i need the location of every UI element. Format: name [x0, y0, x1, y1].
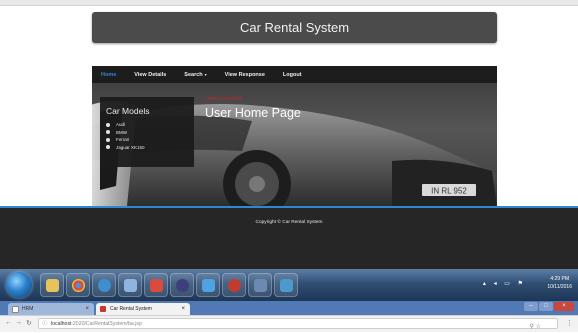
- maximize-icon[interactable]: □: [539, 302, 553, 311]
- eclipse-taskbar-icon[interactable]: [170, 273, 194, 297]
- stop-taskbar-icon[interactable]: [222, 273, 246, 297]
- tool-taskbar-icon[interactable]: [248, 273, 272, 297]
- car-model-label: Jaguar XK150: [116, 144, 145, 150]
- nav-view-response[interactable]: View Response: [216, 72, 274, 78]
- car-models-panel: Car Models Audi BMW Ferrari Jaguar XK150: [100, 97, 194, 167]
- close-tab-icon[interactable]: ×: [85, 303, 89, 315]
- copyright-text: Copyright © Car Rental System: [255, 220, 323, 225]
- login-status-message: Login successful: [205, 96, 242, 102]
- nav-home[interactable]: Home: [92, 72, 125, 78]
- clock-time: 4:29 PM: [550, 276, 569, 282]
- bullet-icon: [106, 130, 110, 135]
- back-arrow-icon[interactable]: ←: [5, 319, 12, 326]
- start-button[interactable]: [6, 272, 32, 298]
- site-footer: Copyright © Car Rental System: [0, 206, 578, 271]
- car-models-title: Car Models: [106, 106, 150, 116]
- car-model-item[interactable]: BMW: [106, 129, 145, 137]
- browser-tab-title: HRM: [22, 306, 34, 312]
- window-controls: – □ ×: [523, 302, 574, 312]
- info-icon[interactable]: ⓘ: [42, 319, 48, 330]
- browser-top-strip: [0, 0, 578, 6]
- nav-logout[interactable]: Logout: [274, 72, 311, 78]
- paint-taskbar-icon[interactable]: [144, 273, 168, 297]
- car-model-label: BMW: [116, 129, 127, 135]
- address-path: :2020/CarRentalSystem/ba.jsp: [71, 321, 142, 327]
- site-title: Car Rental System: [239, 20, 350, 35]
- browser-toolbar: ← → ↻ ⓘ localhost:2020/CarRentalSystem/b…: [0, 315, 578, 332]
- close-tab-icon[interactable]: ×: [181, 303, 185, 315]
- car-model-item[interactable]: Ferrari: [106, 136, 145, 144]
- browser-tab-active[interactable]: Car Rental System ×: [96, 303, 190, 315]
- car-model-item[interactable]: Audi: [106, 121, 145, 129]
- app-taskbar-icon[interactable]: [92, 273, 116, 297]
- page-title: User Home Page: [205, 106, 301, 120]
- system-tray-icons[interactable]: ▴ ◂ ▭ ⚑: [483, 280, 526, 287]
- nav-search-dropdown[interactable]: Search ▾: [175, 72, 215, 78]
- nav-view-details[interactable]: View Details: [125, 72, 175, 78]
- image-taskbar-icon[interactable]: [274, 273, 298, 297]
- caret-down-icon: ▾: [204, 71, 207, 77]
- site-header: Car Rental System: [92, 12, 497, 43]
- explorer-taskbar-icon[interactable]: [40, 273, 64, 297]
- bullet-icon: [106, 145, 110, 150]
- minimize-icon[interactable]: –: [524, 302, 538, 311]
- browser-menu-icon[interactable]: ⋮: [566, 319, 573, 327]
- chrome-taskbar-icon[interactable]: [66, 273, 90, 297]
- clock-date: 10/11/2016: [547, 284, 572, 290]
- address-bar[interactable]: ⓘ localhost:2020/CarRentalSystem/ba.jsp …: [38, 318, 558, 330]
- document-taskbar-icon[interactable]: [118, 273, 142, 297]
- browser-tab-strip: HRM × Car Rental System × – □ ×: [0, 301, 578, 315]
- bullet-icon: [106, 137, 110, 142]
- main-nav: Home View Details Search ▾ View Response …: [92, 66, 497, 83]
- car-models-list: Audi BMW Ferrari Jaguar XK150: [106, 121, 145, 151]
- car-model-label: Ferrari: [116, 137, 130, 143]
- svg-text:IN RL 952: IN RL 952: [431, 187, 467, 196]
- browser-tab[interactable]: HRM ×: [8, 303, 94, 315]
- media-taskbar-icon[interactable]: [196, 273, 220, 297]
- forward-arrow-icon[interactable]: →: [15, 319, 22, 326]
- windows-taskbar: ▴ ◂ ▭ ⚑ 4:29 PM 10/11/2016: [0, 269, 578, 301]
- close-window-icon[interactable]: ×: [554, 302, 574, 311]
- reload-icon[interactable]: ↻: [26, 319, 32, 327]
- car-model-item[interactable]: Jaguar XK150: [106, 144, 145, 152]
- taskbar-clock[interactable]: 4:29 PM 10/11/2016: [547, 275, 572, 291]
- page-favicon-icon: [12, 306, 19, 313]
- nav-search-label: Search: [184, 71, 203, 78]
- bullet-icon: [106, 122, 110, 127]
- browser-tab-title: Car Rental System: [110, 306, 152, 312]
- zoom-bookmark-icons[interactable]: ⚲ ☆: [530, 322, 541, 333]
- car-model-label: Audi: [116, 122, 126, 128]
- address-host: localhost: [51, 321, 72, 327]
- site-favicon-icon: [100, 306, 106, 312]
